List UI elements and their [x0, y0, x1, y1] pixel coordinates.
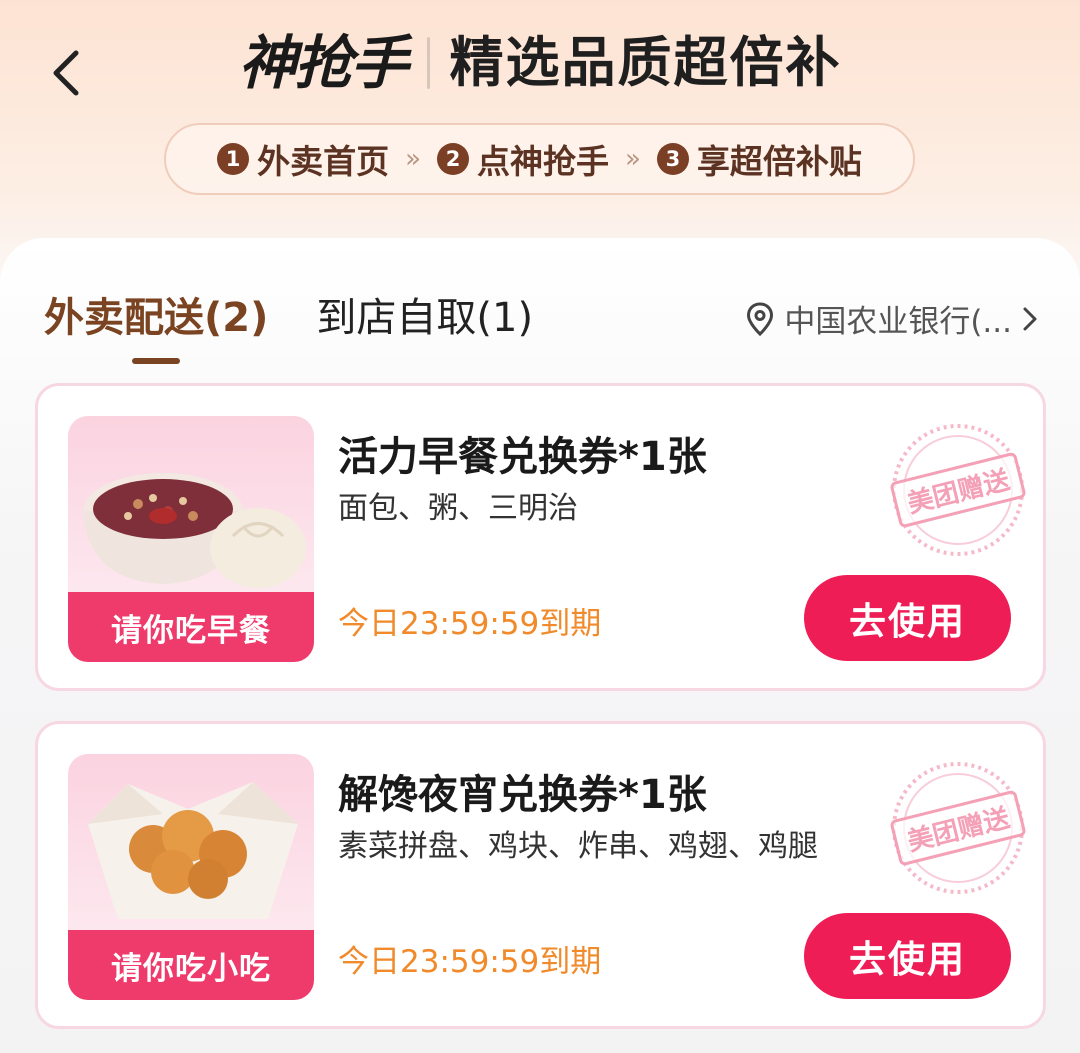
location-text: 中国农业银行(...: [784, 304, 1012, 340]
voucher-expiry: 今日23:59:59到期: [338, 606, 602, 642]
voucher-title: 解馋夜宵兑换券*1张: [338, 772, 707, 818]
step-1: 1 外卖首页: [217, 135, 389, 183]
step-3: 3 享超倍补贴: [656, 135, 862, 183]
location-pin-icon: [747, 301, 774, 336]
voucher-description: 面包、粥、三明治: [338, 491, 578, 526]
chevron-right-icon: [1023, 307, 1037, 330]
voucher-card-breakfast: 请你吃早餐 活力早餐兑换券*1张 面包、粥、三明治 今日23:59:59到期 美…: [35, 383, 1046, 691]
step-2: 2 点神抢手: [437, 135, 609, 183]
tab-delivery[interactable]: 外卖配送(2): [44, 290, 269, 364]
step-number: 2: [437, 143, 469, 175]
title-bar: 神抢手 精选品质超倍补: [0, 34, 1080, 92]
title-divider: [426, 37, 430, 89]
voucher-expiry: 今日23:59:59到期: [338, 944, 602, 980]
step-number: 3: [656, 143, 689, 175]
use-voucher-button[interactable]: 去使用: [804, 913, 1011, 999]
use-voucher-button[interactable]: 去使用: [804, 575, 1011, 661]
step-label: 享超倍补贴: [696, 142, 862, 181]
tab-label: 外卖配送(2): [44, 295, 269, 341]
gift-stamp: 美团赠送: [883, 420, 1033, 560]
header: 神抢手 精选品质超倍补 1 外卖首页 » 2 点神抢手 » 3 享超倍补贴: [0, 0, 1080, 240]
voucher-banner: 请你吃小吃: [68, 930, 314, 1000]
voucher-card-snack: 请你吃小吃 解馋夜宵兑换券*1张 素菜拼盘、鸡块、炸串、鸡翅、鸡腿 今日23:5…: [35, 721, 1046, 1029]
location-selector[interactable]: 中国农业银行(...: [746, 296, 1038, 341]
tab-label: 到店自取(1): [316, 295, 534, 341]
voucher-image: 请你吃小吃: [68, 754, 314, 1000]
step-number: 1: [217, 143, 250, 175]
page-title: 精选品质超倍补: [449, 31, 842, 94]
voucher-description: 素菜拼盘、鸡块、炸串、鸡翅、鸡腿: [338, 829, 818, 864]
porridge-bun-icon: [83, 473, 306, 588]
double-chevron-icon: »: [405, 144, 421, 174]
tab-bar: 外卖配送(2) 到店自取(1): [44, 290, 533, 364]
gift-stamp: 美团赠送: [883, 758, 1033, 898]
voucher-title: 活力早餐兑换券*1张: [338, 434, 707, 480]
step-label: 点神抢手: [477, 142, 609, 181]
voucher-image: 请你吃早餐: [68, 416, 314, 662]
steps-guide: 1 外卖首页 » 2 点神抢手 » 3 享超倍补贴: [164, 123, 915, 195]
voucher-banner: 请你吃早餐: [68, 592, 314, 662]
step-label: 外卖首页: [257, 142, 390, 181]
tab-pickup[interactable]: 到店自取(1): [316, 290, 533, 346]
voucher-panel: 外卖配送(2) 到店自取(1) 中国农业银行(... 请你吃早餐 活力早餐兑换券…: [0, 238, 1080, 1053]
fried-chicken-box-icon: [88, 782, 298, 919]
brand-logo: 神抢手: [238, 29, 408, 97]
double-chevron-icon: »: [625, 144, 641, 174]
tab-active-indicator: [132, 358, 181, 364]
